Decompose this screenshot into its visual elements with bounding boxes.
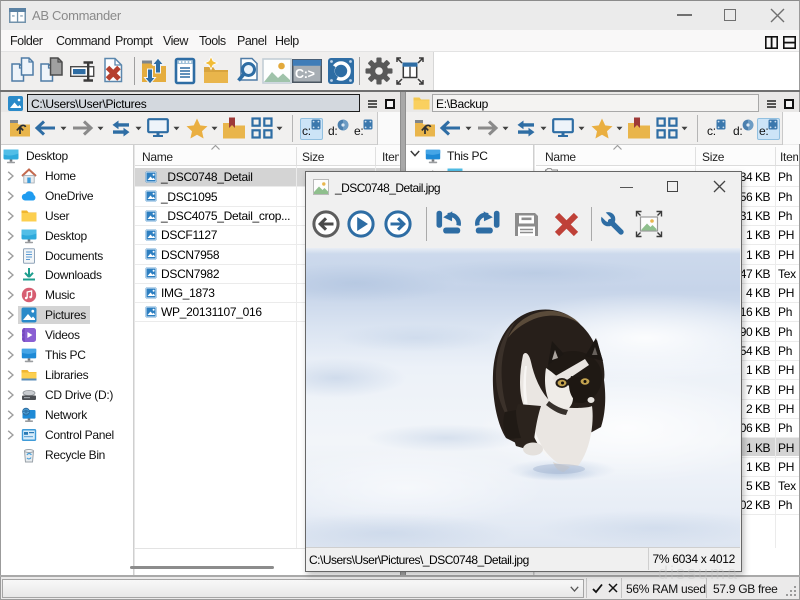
svg-text:C:>: C:> bbox=[295, 67, 315, 81]
